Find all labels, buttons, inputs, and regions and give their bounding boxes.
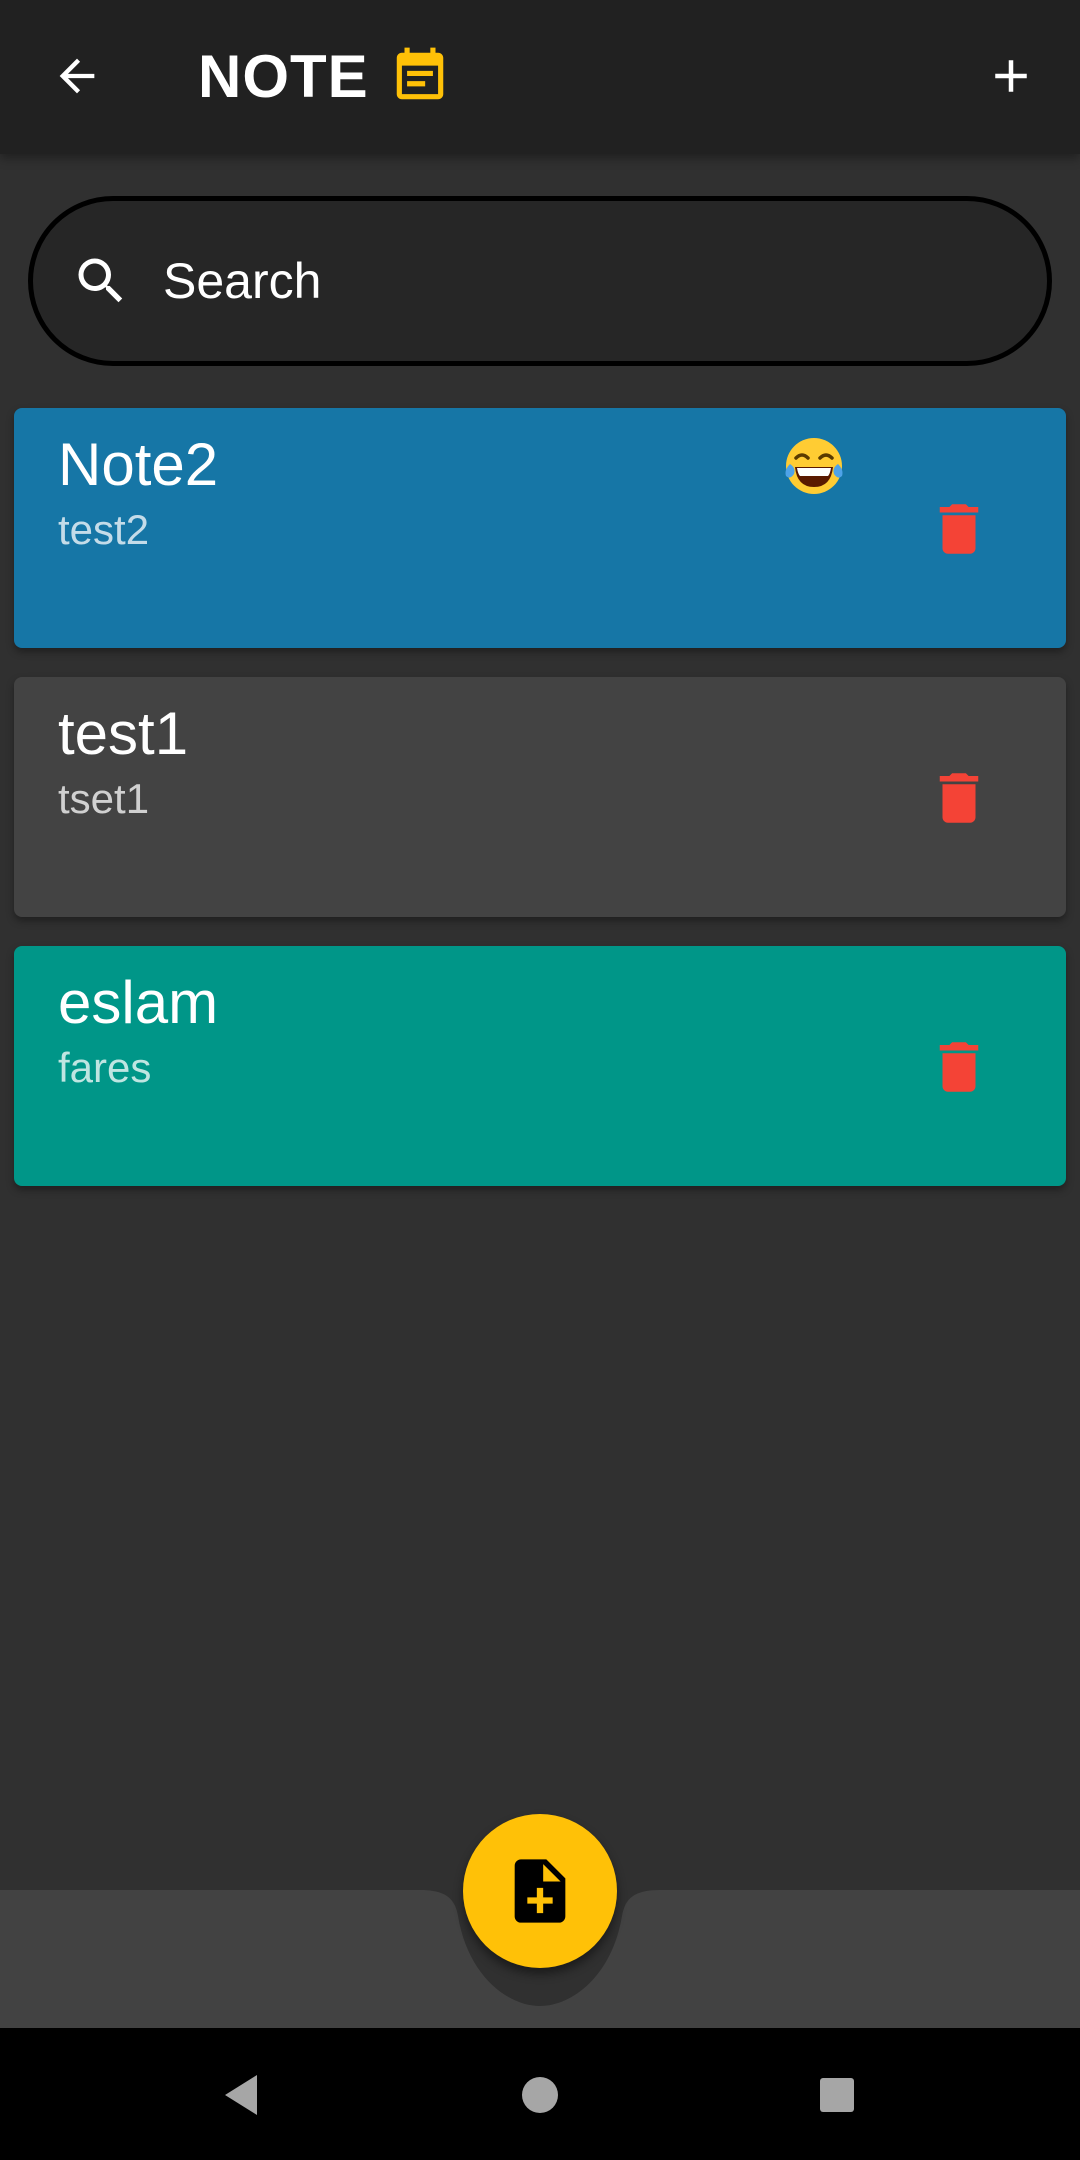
search-bar[interactable] bbox=[28, 196, 1052, 366]
search-icon bbox=[78, 258, 123, 303]
note-title: Note2 bbox=[58, 431, 219, 498]
system-navigation-bar bbox=[0, 2028, 1080, 2160]
note-title: eslam bbox=[58, 969, 219, 1036]
note-body: tset1 bbox=[58, 775, 150, 822]
trash-icon bbox=[939, 1042, 979, 1092]
arrow-back-icon bbox=[59, 58, 95, 94]
nav-home-icon bbox=[522, 2077, 558, 2113]
event-note-icon bbox=[396, 47, 443, 100]
page-title: NOTE bbox=[198, 42, 369, 110]
search-input[interactable] bbox=[163, 236, 1003, 326]
delete-button[interactable] bbox=[914, 753, 1004, 843]
add-note-button[interactable] bbox=[978, 43, 1044, 109]
note-body: test2 bbox=[58, 506, 150, 553]
trash-icon bbox=[939, 504, 979, 554]
back-button[interactable] bbox=[44, 43, 110, 109]
laughing-emoji-icon bbox=[785, 438, 843, 494]
nav-recents-button[interactable] bbox=[800, 2058, 874, 2132]
notes-screen: NOTE Note2 test2 bbox=[0, 0, 1080, 2160]
delete-button[interactable] bbox=[914, 1022, 1004, 1112]
note-card[interactable]: eslam fares bbox=[14, 946, 1066, 1186]
nav-back-icon bbox=[225, 2075, 257, 2115]
notes-list: Note2 test2 test1 tset1 eslam fares bbox=[14, 408, 1066, 1215]
app-title-group: NOTE bbox=[198, 40, 451, 112]
add-note-fab[interactable] bbox=[463, 1814, 617, 1968]
delete-button[interactable] bbox=[914, 484, 1004, 574]
app-bar: NOTE bbox=[0, 0, 1080, 154]
plus-icon bbox=[995, 60, 1027, 92]
nav-home-button[interactable] bbox=[503, 2058, 577, 2132]
nav-recents-icon bbox=[820, 2078, 854, 2112]
note-card[interactable]: test1 tset1 bbox=[14, 677, 1066, 917]
note-add-icon bbox=[514, 1859, 566, 1923]
trash-icon bbox=[939, 773, 979, 823]
note-body: fares bbox=[58, 1044, 152, 1091]
note-title: test1 bbox=[58, 700, 189, 767]
nav-back-button[interactable] bbox=[204, 2058, 278, 2132]
note-card[interactable]: Note2 test2 bbox=[14, 408, 1066, 648]
